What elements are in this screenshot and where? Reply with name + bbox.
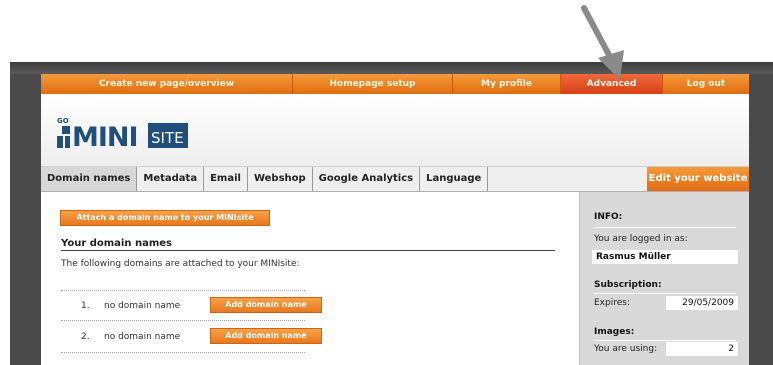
divider [61, 352, 305, 353]
divider [61, 290, 305, 291]
svg-text:GO: GO [57, 117, 69, 125]
divider [61, 320, 305, 321]
sidebar-divider [594, 293, 736, 294]
browser-window: Create new page/overview Homepage setup … [10, 62, 773, 365]
section-description: The following domains are attached to yo… [61, 259, 300, 269]
using-value: 2 [666, 342, 738, 356]
add-domain-button[interactable]: Add domain name [210, 328, 322, 344]
nav-advanced[interactable]: Advanced [561, 74, 663, 94]
tab-metadata[interactable]: Metadata [137, 167, 205, 191]
info-title: INFO: [594, 212, 623, 222]
tab-domain-names[interactable]: Domain names [41, 167, 138, 191]
svg-text:MINI: MINI [72, 122, 138, 150]
top-navigation: Create new page/overview Homepage setup … [41, 74, 749, 94]
nav-create-page[interactable]: Create new page/overview [41, 74, 293, 94]
domain-name: no domain name [104, 332, 181, 342]
tab-language[interactable]: Language [420, 167, 489, 191]
logged-in-label: You are logged in as: [594, 234, 688, 244]
domain-name: no domain name [104, 301, 181, 311]
user-name: Rasmus Müller [592, 250, 738, 264]
sidebar-divider [594, 340, 736, 341]
logo-graphic: GO MINI SITE [57, 117, 188, 150]
info-sidebar: INFO: You are logged in as: Rasmus Mülle… [579, 192, 749, 365]
expires-label: Expires: [594, 298, 630, 308]
attach-domain-button[interactable]: Attach a domain name to your MINIsite [60, 210, 270, 226]
nav-log-out[interactable]: Log out [663, 74, 749, 94]
add-domain-button[interactable]: Add domain name [210, 297, 322, 313]
expires-value: 29/05/2009 [666, 296, 738, 310]
svg-text:SITE: SITE [151, 129, 184, 147]
tab-email[interactable]: Email [204, 167, 248, 191]
domain-row: 2. no domain name Add domain name [61, 328, 322, 346]
tab-google-analytics[interactable]: Google Analytics [313, 167, 421, 191]
window-top-bar [10, 62, 773, 74]
domain-content: Attach a domain name to your MINIsite Yo… [41, 192, 579, 365]
domain-number: 1. [81, 301, 90, 311]
subscription-title: Subscription: [594, 280, 662, 290]
images-title: Images: [594, 327, 635, 337]
minisite-logo: GO MINI SITE [56, 114, 191, 150]
nav-homepage-setup[interactable]: Homepage setup [293, 74, 453, 94]
domain-row: 1. no domain name Add domain name [61, 297, 322, 315]
nav-my-profile[interactable]: My profile [453, 74, 561, 94]
site-header: GO MINI SITE [41, 94, 749, 167]
section-title: Your domain names [61, 238, 555, 251]
page-frame: GO MINI SITE Domain names Metadata Email… [41, 94, 749, 365]
using-label: You are using: [594, 344, 658, 354]
sidebar-divider [594, 227, 736, 228]
tab-webshop[interactable]: Webshop [248, 167, 313, 191]
edit-website-button[interactable]: Edit your website [647, 167, 749, 191]
settings-tabs: Domain names Metadata Email Webshop Goog… [41, 167, 749, 192]
domain-number: 2. [81, 332, 90, 342]
